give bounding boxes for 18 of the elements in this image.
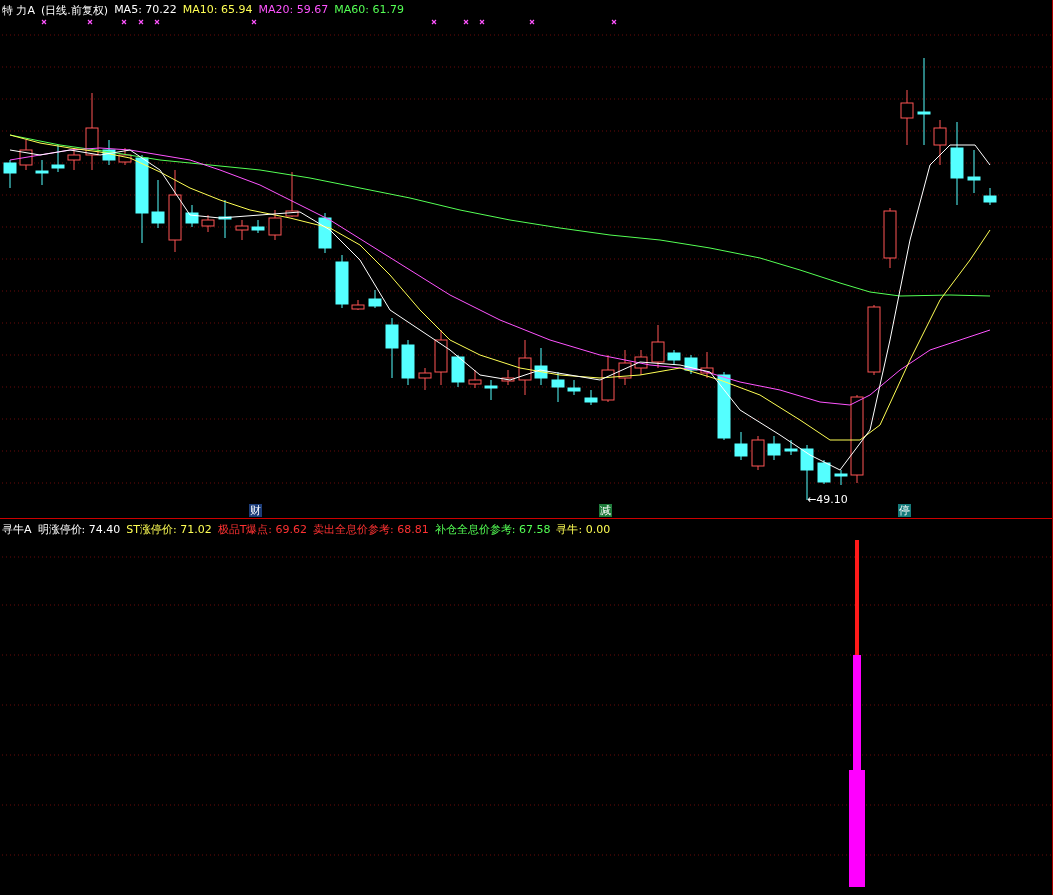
indicator-value: MA60: 61.79: [334, 3, 404, 18]
event-marker: 财: [249, 504, 262, 517]
event-marker: 减: [599, 504, 612, 517]
indicator-value: 明涨停价: 74.40: [37, 522, 121, 537]
indicator-value: 寻牛: 0.00: [556, 522, 611, 537]
low-price-label: ←49.10: [807, 493, 848, 506]
indicator-title: 寻牛A: [2, 522, 32, 537]
indicator-value: MA5: 70.22: [114, 3, 177, 18]
low-price-tick: [806, 492, 808, 501]
indicator-value: 补仓全息价参考: 67.58: [434, 522, 551, 537]
indicator-value: 极品T爆点: 69.62: [217, 522, 308, 537]
indicator-value: 卖出全息价参考: 68.81: [313, 522, 429, 537]
indicator-value: MA10: 65.94: [182, 3, 253, 18]
indicator-value: MA20: 59.67: [258, 3, 329, 18]
stock-name: 特 力A: [2, 3, 36, 18]
indicator-value: ST涨停价: 71.02: [126, 522, 212, 537]
chart-period: (日线.前复权): [41, 3, 109, 18]
event-marker: 停: [898, 504, 911, 517]
